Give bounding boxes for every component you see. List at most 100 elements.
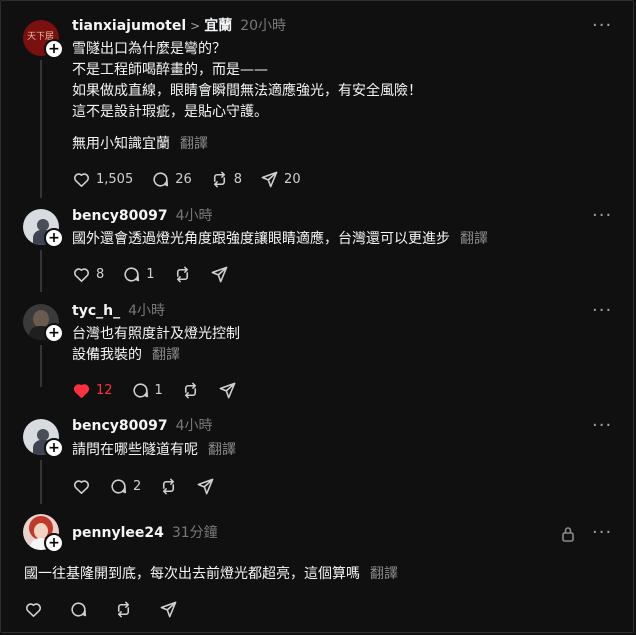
more-options-icon[interactable]: ··· [592, 17, 612, 40]
heart-icon [24, 600, 43, 619]
thread-line [40, 60, 42, 198]
post-body: 雪隧出口為什麼是彎的？ 不是工程師喝醉畫的，而是—— 如果做成直線，眼睛會瞬間無… [72, 39, 422, 123]
translate-link[interactable]: 翻譯 [180, 136, 208, 152]
follow-plus-icon[interactable]: + [44, 533, 64, 553]
repost-button[interactable] [159, 477, 178, 496]
like-count: 8 [96, 266, 105, 282]
translate-link[interactable]: 翻譯 [152, 347, 180, 363]
more-options-icon[interactable]: ··· [592, 524, 612, 547]
translate-link[interactable]: 翻譯 [460, 231, 488, 247]
hashtag-text[interactable]: 無用小知識宜蘭 [72, 136, 170, 152]
post-header: bency80097 4小時 [72, 206, 213, 226]
post-line: 國外還會透過燈光角度跟強度讓眼睛適應，台灣還可以更進步 [72, 231, 450, 247]
follow-plus-icon[interactable]: + [44, 438, 64, 458]
username[interactable]: bency80097 [72, 418, 168, 434]
comment-icon [69, 600, 88, 619]
action-bar: 2 [72, 475, 233, 497]
share-icon [159, 600, 178, 619]
post-body: 台灣也有照度計及燈光控制 設備我裝的 翻譯 [72, 324, 240, 366]
post-header: pennylee24 31分鐘 [72, 523, 218, 543]
comment-count: 1 [154, 382, 163, 398]
post-body: 國一往基隆開到底，每次出去前燈光都超亮，這個算嗎 翻譯 [24, 564, 398, 585]
thread-line [40, 250, 42, 292]
post-time: 31分鐘 [171, 525, 218, 541]
repost-icon [210, 170, 229, 189]
comment-icon [122, 265, 141, 284]
share-icon [218, 381, 237, 400]
like-button[interactable] [72, 477, 91, 496]
like-button[interactable] [24, 600, 43, 619]
repost-button[interactable]: 8 [210, 170, 242, 189]
comment-icon [151, 170, 170, 189]
username[interactable]: bency80097 [72, 208, 168, 224]
share-count: 20 [284, 171, 301, 187]
post-line: 請問在哪些隧道有呢 [72, 442, 198, 458]
repost-icon [159, 477, 178, 496]
more-options-icon[interactable]: ··· [592, 417, 612, 440]
username[interactable]: pennylee24 [72, 525, 164, 541]
translate-link[interactable]: 翻譯 [208, 442, 236, 458]
follow-plus-icon[interactable]: + [44, 323, 64, 343]
share-button[interactable]: 20 [260, 170, 301, 189]
post-line: 設備我裝的 [72, 347, 142, 363]
repost-count: 8 [233, 171, 243, 187]
more-options-icon[interactable]: ··· [592, 302, 612, 325]
repost-button[interactable] [173, 265, 192, 284]
post-header: tyc_h_ 4小時 [72, 301, 165, 321]
post-body: 國外還會透過燈光角度跟強度讓眼睛適應，台灣還可以更進步 翻譯 [72, 229, 488, 250]
action-bar [24, 598, 196, 620]
like-count: 1,505 [96, 171, 134, 187]
post-body: 請問在哪些隧道有呢 翻譯 [72, 440, 236, 461]
like-button[interactable]: 12 [72, 381, 113, 400]
comment-button[interactable]: 26 [151, 170, 192, 189]
share-button[interactable] [159, 600, 178, 619]
heart-icon [72, 265, 91, 284]
like-count: 12 [96, 382, 113, 398]
like-button[interactable]: 8 [72, 265, 104, 284]
follow-plus-icon[interactable]: + [44, 228, 64, 248]
repost-button[interactable] [114, 600, 133, 619]
comment-count: 2 [133, 478, 142, 494]
post-header: bency80097 4小時 [72, 416, 213, 436]
share-button[interactable] [196, 477, 215, 496]
heart-icon [72, 170, 91, 189]
thread-line [40, 460, 42, 504]
translate-link[interactable]: 翻譯 [370, 566, 398, 582]
comment-count: 26 [175, 171, 192, 187]
share-icon [196, 477, 215, 496]
post-line: 台灣也有照度計及燈光控制 [72, 326, 240, 342]
post-line: 雪隧出口為什麼是彎的？ [72, 41, 226, 57]
follow-plus-icon[interactable]: + [44, 39, 64, 59]
like-button[interactable]: 1,505 [72, 170, 133, 189]
post-line: 如果做成直線，眼睛會瞬間無法適應強光，有安全風險！ [72, 83, 422, 99]
comment-button[interactable]: 1 [131, 381, 163, 400]
repost-button[interactable] [181, 381, 200, 400]
share-button[interactable] [218, 381, 237, 400]
action-bar: 8 1 [72, 263, 247, 285]
post-line: 這不是設計瑕疵，是貼心守護。 [72, 104, 268, 120]
comment-button[interactable]: 1 [122, 265, 155, 284]
comment-button[interactable]: 2 [109, 477, 141, 496]
comment-icon [131, 381, 150, 400]
post-header: tianxiajumotel > 宜蘭 20小時 [72, 16, 286, 36]
post-tags-line: 無用小知識宜蘭 翻譯 [72, 134, 208, 155]
comment-icon [109, 477, 128, 496]
share-button[interactable] [210, 265, 229, 284]
chevron-right-icon: > [190, 19, 201, 33]
more-options-icon[interactable]: ··· [592, 207, 612, 230]
username[interactable]: tyc_h_ [72, 303, 120, 319]
post-time: 4小時 [175, 208, 213, 224]
post-line: 不是工程師喝醉畫的，而是—— [72, 62, 268, 78]
post-time: 4小時 [175, 418, 213, 434]
post-line: 國一往基隆開到底，每次出去前燈光都超亮，這個算嗎 [24, 566, 360, 582]
repost-icon [181, 381, 200, 400]
share-icon [260, 170, 279, 189]
post-time: 20小時 [240, 18, 287, 34]
action-bar: 12 1 [72, 379, 255, 401]
location-tag[interactable]: 宜蘭 [204, 18, 232, 34]
username[interactable]: tianxiajumotel [72, 18, 186, 34]
heart-filled-icon [72, 381, 91, 400]
repost-icon [173, 265, 192, 284]
lock-icon [562, 527, 574, 542]
comment-button[interactable] [69, 600, 88, 619]
